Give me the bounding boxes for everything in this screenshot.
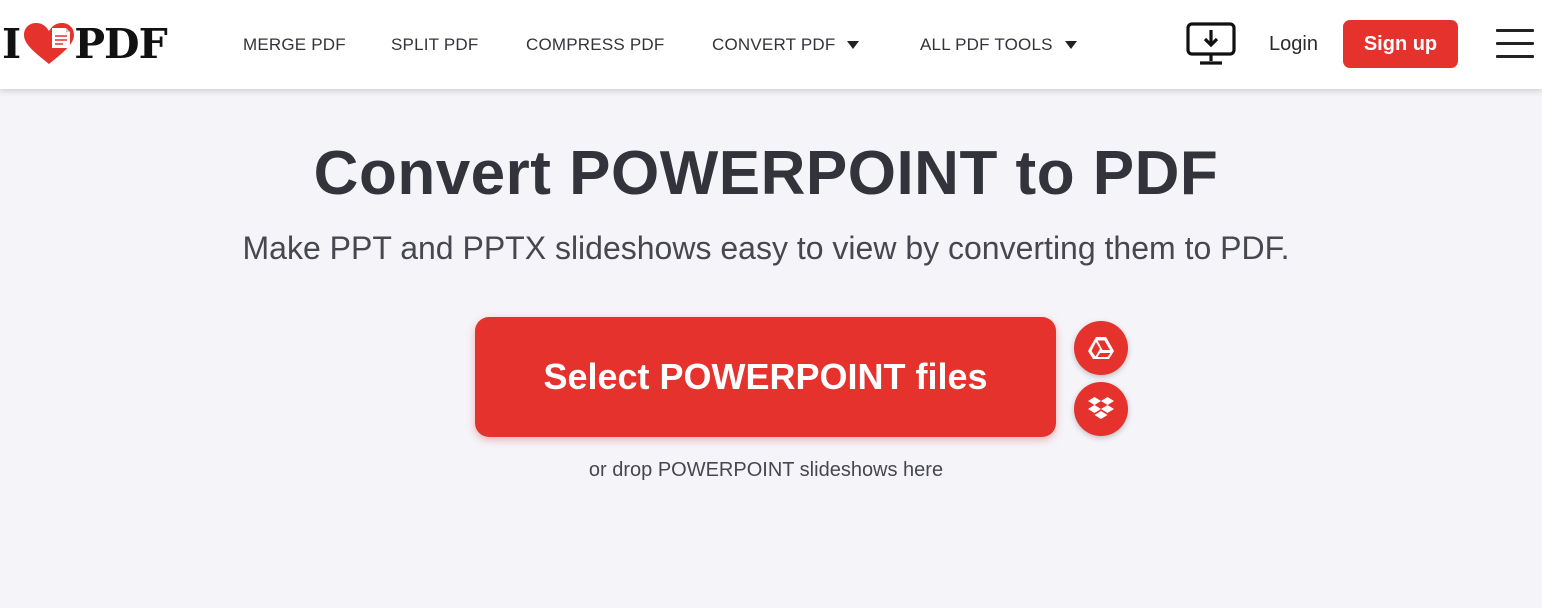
- nav-convert-pdf[interactable]: CONVERT PDF: [712, 34, 860, 56]
- nav-split-pdf[interactable]: SPLIT PDF: [391, 34, 478, 56]
- login-link[interactable]: Login: [1269, 33, 1318, 56]
- nav-label: CONVERT PDF: [712, 35, 836, 54]
- signup-button[interactable]: Sign up: [1343, 20, 1458, 68]
- caret-down-icon: [847, 41, 860, 49]
- hamburger-line: [1496, 42, 1534, 45]
- nav-label: SPLIT PDF: [391, 35, 479, 54]
- nav-label: ALL PDF TOOLS: [920, 35, 1053, 54]
- nav-all-pdf-tools[interactable]: ALL PDF TOOLS: [920, 34, 1077, 56]
- nav-merge-pdf[interactable]: MERGE PDF: [243, 34, 346, 56]
- nav-compress-pdf[interactable]: COMPRESS PDF: [526, 34, 664, 56]
- hamburger-menu-icon[interactable]: [1496, 29, 1534, 59]
- dropbox-icon: [1088, 397, 1114, 419]
- select-files-button[interactable]: Select POWERPOINT files: [475, 317, 1056, 437]
- nav-label: MERGE PDF: [243, 35, 346, 54]
- google-drive-button[interactable]: [1074, 321, 1128, 375]
- nav-label: COMPRESS PDF: [526, 35, 665, 54]
- page-subtitle: Make PPT and PPTX slideshows easy to vie…: [242, 230, 1290, 266]
- caret-down-icon: [1064, 41, 1077, 49]
- hamburger-line: [1496, 29, 1534, 32]
- page-title: Convert POWERPOINT to PDF: [313, 139, 1219, 208]
- hamburger-line: [1496, 55, 1534, 58]
- google-drive-icon: [1088, 337, 1114, 359]
- desktop-download-icon[interactable]: [1186, 22, 1236, 66]
- logo-letter-i: I: [2, 20, 21, 68]
- top-navigation-bar: I PDF MERGE PDF SPLIT PDF COMPRESS PDF C…: [0, 0, 1542, 89]
- logo-text-pdf: PDF: [74, 20, 167, 68]
- heart-logo-icon: [24, 23, 75, 64]
- drop-files-hint: or drop POWERPOINT slideshows here: [588, 459, 944, 481]
- dropbox-button[interactable]: [1074, 382, 1128, 436]
- ilovepdf-logo[interactable]: I PDF: [2, 20, 168, 68]
